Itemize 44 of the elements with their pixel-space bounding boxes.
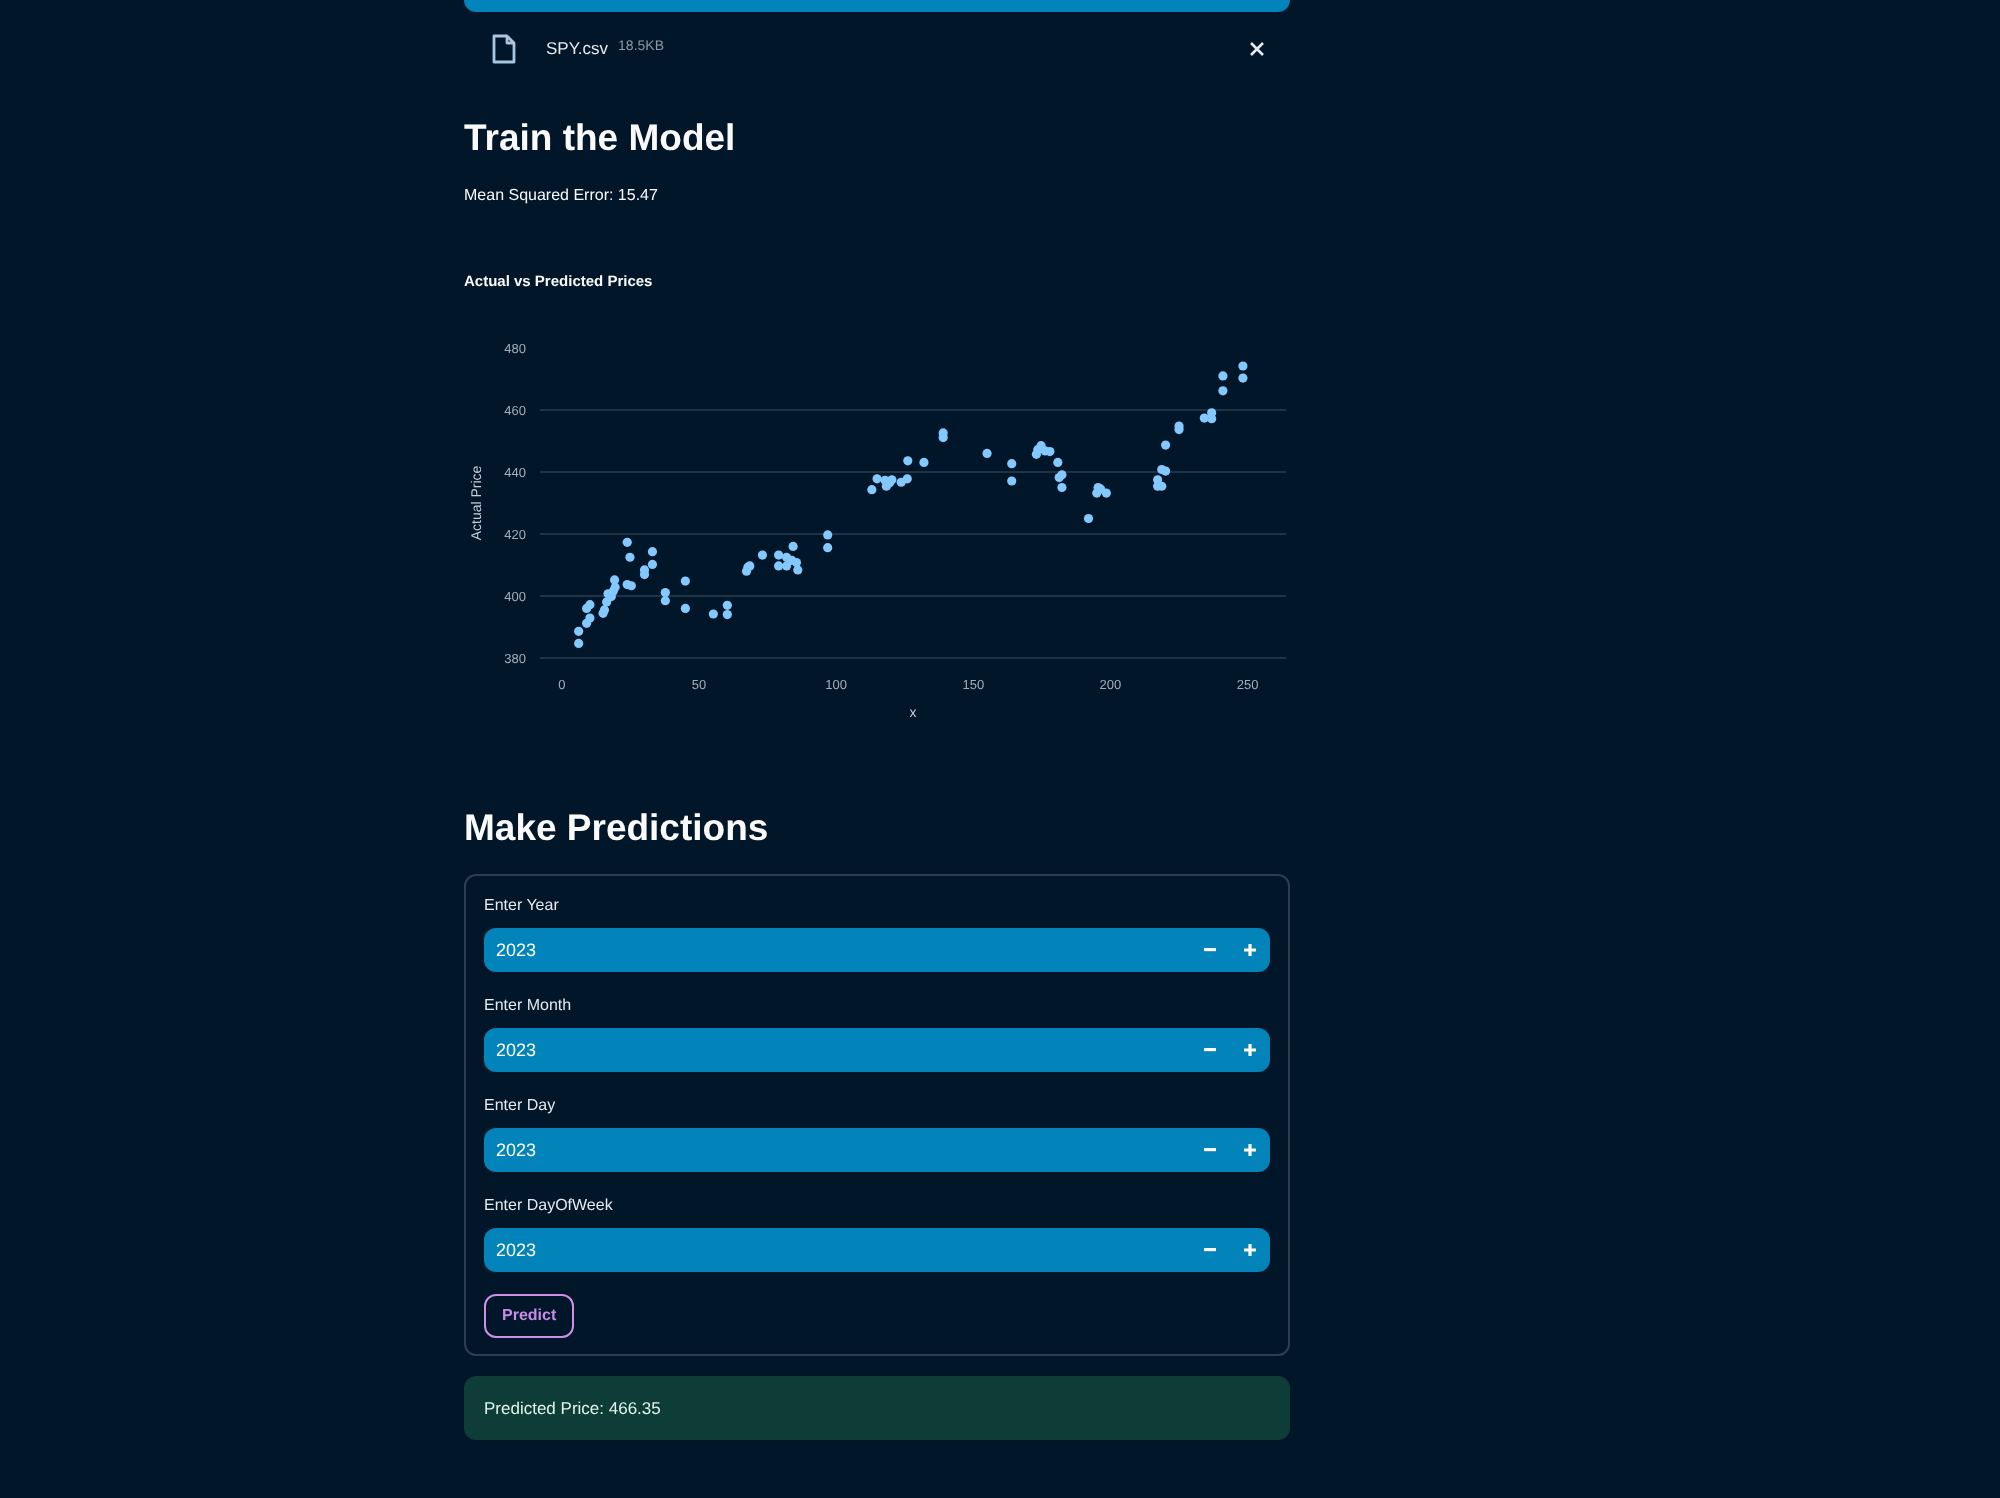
plus-icon (1244, 1044, 1256, 1056)
data-point (1218, 386, 1228, 396)
number-input[interactable]: 2023 (484, 928, 1190, 972)
plus-icon (1244, 944, 1256, 956)
data-point (680, 603, 690, 613)
minus-icon (1204, 948, 1216, 952)
field-label: Enter Day (484, 1096, 556, 1116)
number-input[interactable]: 2023 (484, 1028, 1190, 1072)
data-point (903, 456, 913, 466)
data-point (1007, 459, 1017, 469)
minus-icon (1204, 1248, 1216, 1252)
data-point (1083, 513, 1094, 524)
data-point (823, 543, 833, 553)
data-point (1161, 440, 1171, 450)
field-label: Enter Month (484, 996, 572, 1016)
section-heading: Make Predictions (464, 804, 769, 852)
result-text: Predicted Price: 466.35 (484, 1395, 661, 1421)
predict-button[interactable]: Predict (484, 1294, 575, 1338)
data-point (622, 537, 632, 547)
increment-button[interactable] (1230, 1128, 1270, 1172)
number-input[interactable]: 2023 (484, 1128, 1190, 1172)
file-name: SPY.csv (546, 35, 609, 61)
file-icon (492, 33, 516, 63)
data-point (982, 448, 992, 458)
field-label: Enter DayOfWeek (484, 1196, 613, 1216)
minus-icon (1204, 1048, 1216, 1052)
increment-button[interactable] (1230, 1028, 1270, 1072)
metric-text: Mean Squared Error: 15.47 (464, 184, 658, 208)
field-label: Enter Year (484, 896, 559, 916)
close-icon (1249, 41, 1263, 55)
plus-icon (1244, 1244, 1256, 1256)
data-point (1007, 476, 1017, 486)
data-point (1218, 371, 1228, 381)
data-point (919, 457, 929, 467)
data-point (625, 552, 635, 562)
data-point (680, 576, 690, 586)
number-input[interactable]: 2023 (484, 1228, 1190, 1272)
plus-icon (1244, 1144, 1256, 1156)
section-heading: Train the Model (464, 114, 736, 162)
increment-button[interactable] (1230, 928, 1270, 972)
data-point (823, 530, 833, 540)
increment-button[interactable] (1230, 1228, 1270, 1272)
data-point (708, 609, 718, 619)
minus-icon (1204, 1148, 1216, 1152)
